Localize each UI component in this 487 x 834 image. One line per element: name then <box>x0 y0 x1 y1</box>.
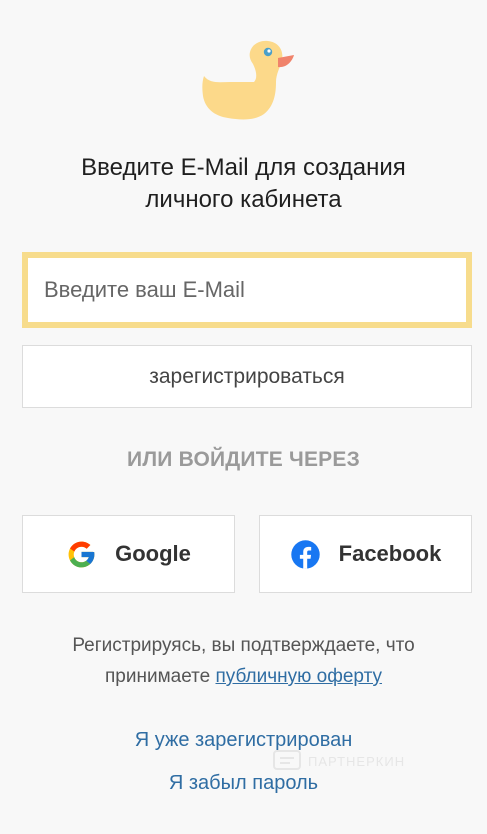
google-login-button[interactable]: Google <box>22 515 235 593</box>
facebook-label: Facebook <box>338 541 442 566</box>
email-field-wrapper <box>22 252 472 328</box>
terms-notice: Регистрируясь, вы подтверждаете, что при… <box>0 630 487 692</box>
already-registered-link[interactable]: Я уже зарегистрирован <box>0 729 487 752</box>
or-login-via-label: ИЛИ ВОЙДИТЕ ЧЕРЕЗ <box>127 448 360 471</box>
register-button[interactable]: зарегистрироваться <box>22 345 472 408</box>
facebook-login-button[interactable]: Facebook <box>259 515 472 593</box>
watermark-text: ПАРТНЕРКИН <box>308 753 406 769</box>
public-offer-link[interactable]: публичную оферту <box>216 666 382 687</box>
title-line-2: личного кабинета <box>145 186 342 213</box>
terms-text-line: Регистрируясь, вы подтверждаете, что <box>72 635 415 656</box>
title-line-1: Введите E-Mail для создания <box>81 154 406 181</box>
facebook-icon <box>290 539 320 569</box>
page-title: Введите E-Mail для создания личного каби… <box>0 152 487 216</box>
terms-text-accept: принимаете <box>105 666 211 687</box>
google-label: Google <box>115 541 191 566</box>
forgot-password-link[interactable]: Я забыл пароль <box>0 772 487 795</box>
google-icon <box>68 541 95 567</box>
email-field[interactable] <box>28 258 466 322</box>
terms-text-line-2: принимаете публичную оферту <box>0 661 487 692</box>
duck-logo-icon <box>202 40 294 120</box>
